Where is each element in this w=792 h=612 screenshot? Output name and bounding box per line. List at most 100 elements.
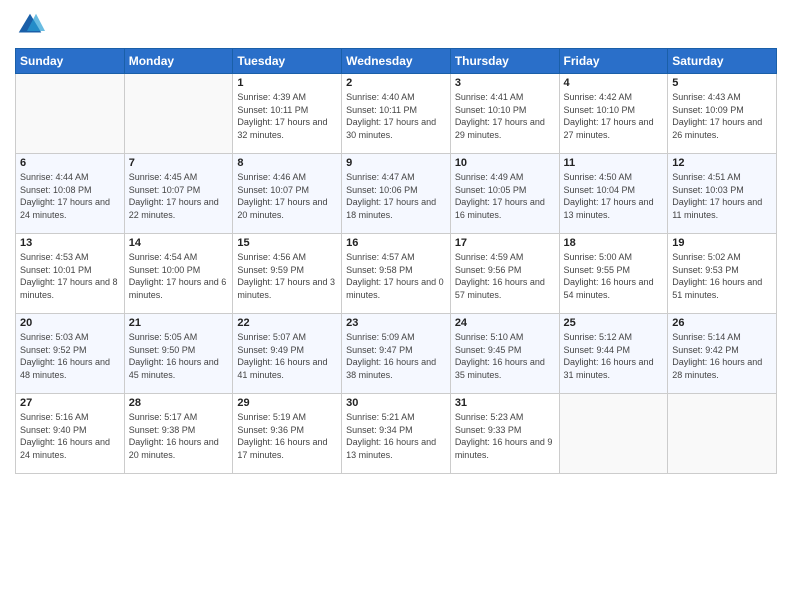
day-cell: 24 Sunrise: 5:10 AM Sunset: 9:45 PM Dayli… [450, 314, 559, 394]
day-number: 17 [455, 237, 555, 249]
day-number: 28 [129, 397, 229, 409]
day-number: 31 [455, 397, 555, 409]
day-number: 29 [237, 397, 337, 409]
day-number: 21 [129, 317, 229, 329]
day-number: 10 [455, 157, 555, 169]
day-number: 11 [564, 157, 664, 169]
col-header-wednesday: Wednesday [342, 49, 451, 74]
day-detail: Sunrise: 5:03 AM Sunset: 9:52 PM Dayligh… [20, 331, 120, 381]
day-cell: 8Sunrise: 4:46 AM Sunset: 10:07 PM Dayli… [233, 154, 342, 234]
day-detail: Sunrise: 5:12 AM Sunset: 9:44 PM Dayligh… [564, 331, 664, 381]
day-detail: Sunrise: 5:09 AM Sunset: 9:47 PM Dayligh… [346, 331, 446, 381]
col-header-monday: Monday [124, 49, 233, 74]
header-row: SundayMondayTuesdayWednesdayThursdayFrid… [16, 49, 777, 74]
day-cell: 4 Sunrise: 4:42 AM Sunset: 10:10 PM Dayli… [559, 74, 668, 154]
day-cell [124, 74, 233, 154]
day-number: 23 [346, 317, 446, 329]
day-cell: 13 Sunrise: 4:53 AM Sunset: 10:01 PM Dayl… [16, 234, 125, 314]
day-cell [668, 394, 777, 474]
page: SundayMondayTuesdayWednesdayThursdayFrid… [0, 0, 792, 612]
day-cell: 10 Sunrise: 4:49 AM Sunset: 10:05 PM Dayl… [450, 154, 559, 234]
day-number: 20 [20, 317, 120, 329]
day-number: 6 [20, 157, 120, 169]
day-number: 9 [346, 157, 446, 169]
day-number: 7 [129, 157, 229, 169]
day-cell: 3 Sunrise: 4:41 AM Sunset: 10:10 PM Dayli… [450, 74, 559, 154]
day-cell [16, 74, 125, 154]
day-number: 30 [346, 397, 446, 409]
day-number: 16 [346, 237, 446, 249]
day-detail: Sunrise: 4:46 AM Sunset: 10:07 PM Daylig… [237, 171, 337, 221]
col-header-tuesday: Tuesday [233, 49, 342, 74]
day-detail: Sunrise: 5:19 AM Sunset: 9:36 PM Dayligh… [237, 411, 337, 461]
day-detail: Sunrise: 5:16 AM Sunset: 9:40 PM Dayligh… [20, 411, 120, 461]
day-detail: Sunrise: 4:41 AM Sunset: 10:10 PM Daylig… [455, 91, 555, 141]
day-cell: 30 Sunrise: 5:21 AM Sunset: 9:34 PM Dayli… [342, 394, 451, 474]
day-number: 18 [564, 237, 664, 249]
day-detail: Sunrise: 4:47 AM Sunset: 10:06 PM Daylig… [346, 171, 446, 221]
day-detail: Sunrise: 4:57 AM Sunset: 9:58 PM Dayligh… [346, 251, 446, 301]
calendar-table: SundayMondayTuesdayWednesdayThursdayFrid… [15, 48, 777, 474]
day-cell: 27 Sunrise: 5:16 AM Sunset: 9:40 PM Dayli… [16, 394, 125, 474]
day-number: 22 [237, 317, 337, 329]
day-detail: Sunrise: 5:14 AM Sunset: 9:42 PM Dayligh… [672, 331, 772, 381]
day-number: 13 [20, 237, 120, 249]
day-number: 4 [564, 77, 664, 89]
day-detail: Sunrise: 4:45 AM Sunset: 10:07 PM Daylig… [129, 171, 229, 221]
col-header-friday: Friday [559, 49, 668, 74]
day-cell: 22Sunrise: 5:07 AM Sunset: 9:49 PM Dayli… [233, 314, 342, 394]
day-cell: 23 Sunrise: 5:09 AM Sunset: 9:47 PM Dayli… [342, 314, 451, 394]
day-cell: 20 Sunrise: 5:03 AM Sunset: 9:52 PM Dayli… [16, 314, 125, 394]
day-detail: Sunrise: 4:56 AM Sunset: 9:59 PM Dayligh… [237, 251, 337, 301]
week-row-3: 13 Sunrise: 4:53 AM Sunset: 10:01 PM Dayl… [16, 234, 777, 314]
day-detail: Sunrise: 5:23 AM Sunset: 9:33 PM Dayligh… [455, 411, 555, 461]
day-cell: 15 Sunrise: 4:56 AM Sunset: 9:59 PM Dayli… [233, 234, 342, 314]
day-number: 24 [455, 317, 555, 329]
day-cell: 5Sunrise: 4:43 AM Sunset: 10:09 PM Dayli… [668, 74, 777, 154]
day-detail: Sunrise: 4:49 AM Sunset: 10:05 PM Daylig… [455, 171, 555, 221]
day-cell: 6Sunrise: 4:44 AM Sunset: 10:08 PM Dayli… [16, 154, 125, 234]
day-cell: 11Sunrise: 4:50 AM Sunset: 10:04 PM Dayl… [559, 154, 668, 234]
day-number: 27 [20, 397, 120, 409]
day-number: 3 [455, 77, 555, 89]
day-detail: Sunrise: 5:10 AM Sunset: 9:45 PM Dayligh… [455, 331, 555, 381]
day-number: 25 [564, 317, 664, 329]
day-detail: Sunrise: 4:54 AM Sunset: 10:00 PM Daylig… [129, 251, 229, 301]
day-cell: 16 Sunrise: 4:57 AM Sunset: 9:58 PM Dayli… [342, 234, 451, 314]
day-detail: Sunrise: 5:21 AM Sunset: 9:34 PM Dayligh… [346, 411, 446, 461]
day-number: 2 [346, 77, 446, 89]
day-detail: Sunrise: 4:42 AM Sunset: 10:10 PM Daylig… [564, 91, 664, 141]
day-number: 26 [672, 317, 772, 329]
day-detail: Sunrise: 4:59 AM Sunset: 9:56 PM Dayligh… [455, 251, 555, 301]
day-detail: Sunrise: 4:39 AM Sunset: 10:11 PM Daylig… [237, 91, 337, 141]
logo-icon [15, 10, 45, 40]
day-cell: 1 Sunrise: 4:39 AM Sunset: 10:11 PM Dayli… [233, 74, 342, 154]
day-number: 14 [129, 237, 229, 249]
day-detail: Sunrise: 5:02 AM Sunset: 9:53 PM Dayligh… [672, 251, 772, 301]
day-detail: Sunrise: 4:53 AM Sunset: 10:01 PM Daylig… [20, 251, 120, 301]
day-number: 19 [672, 237, 772, 249]
day-number: 15 [237, 237, 337, 249]
day-detail: Sunrise: 5:17 AM Sunset: 9:38 PM Dayligh… [129, 411, 229, 461]
day-cell: 18Sunrise: 5:00 AM Sunset: 9:55 PM Dayli… [559, 234, 668, 314]
day-cell: 28 Sunrise: 5:17 AM Sunset: 9:38 PM Dayli… [124, 394, 233, 474]
day-cell: 21Sunrise: 5:05 AM Sunset: 9:50 PM Dayli… [124, 314, 233, 394]
day-cell: 25 Sunrise: 5:12 AM Sunset: 9:44 PM Dayli… [559, 314, 668, 394]
day-cell: 17 Sunrise: 4:59 AM Sunset: 9:56 PM Dayli… [450, 234, 559, 314]
day-cell: 9 Sunrise: 4:47 AM Sunset: 10:06 PM Dayli… [342, 154, 451, 234]
week-row-4: 20 Sunrise: 5:03 AM Sunset: 9:52 PM Dayli… [16, 314, 777, 394]
day-cell: 14 Sunrise: 4:54 AM Sunset: 10:00 PM Dayl… [124, 234, 233, 314]
day-number: 12 [672, 157, 772, 169]
day-cell: 7 Sunrise: 4:45 AM Sunset: 10:07 PM Dayli… [124, 154, 233, 234]
day-cell: 2 Sunrise: 4:40 AM Sunset: 10:11 PM Dayli… [342, 74, 451, 154]
day-cell: 31 Sunrise: 5:23 AM Sunset: 9:33 PM Dayli… [450, 394, 559, 474]
col-header-sunday: Sunday [16, 49, 125, 74]
day-cell: 12Sunrise: 4:51 AM Sunset: 10:03 PM Dayl… [668, 154, 777, 234]
day-detail: Sunrise: 4:40 AM Sunset: 10:11 PM Daylig… [346, 91, 446, 141]
col-header-thursday: Thursday [450, 49, 559, 74]
day-number: 1 [237, 77, 337, 89]
week-row-5: 27 Sunrise: 5:16 AM Sunset: 9:40 PM Dayli… [16, 394, 777, 474]
day-number: 5 [672, 77, 772, 89]
day-cell: 29 Sunrise: 5:19 AM Sunset: 9:36 PM Dayli… [233, 394, 342, 474]
day-cell: 26 Sunrise: 5:14 AM Sunset: 9:42 PM Dayli… [668, 314, 777, 394]
